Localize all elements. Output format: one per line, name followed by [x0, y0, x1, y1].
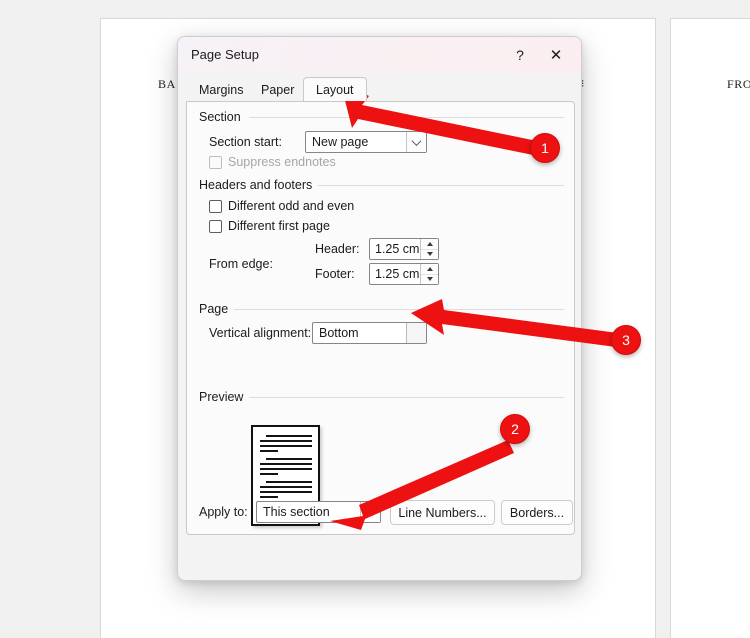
section-start-label: Section start: — [209, 135, 282, 149]
preview-group-rule — [249, 397, 564, 398]
close-icon[interactable]: ✕ — [541, 42, 571, 68]
footer-spinner-buttons[interactable] — [420, 264, 438, 284]
apply-to-value: This section — [263, 505, 330, 519]
header-from-edge-value: 1.25 cm — [375, 242, 420, 256]
spinner-down-icon[interactable] — [421, 250, 438, 260]
section-start-combo[interactable]: New page — [305, 131, 427, 153]
document-text-left: BA — [158, 77, 176, 91]
chevron-down-icon[interactable] — [406, 132, 426, 152]
spinner-down-icon[interactable] — [421, 275, 438, 285]
borders-button[interactable]: Borders... — [501, 500, 573, 525]
tab-strip: Margins Paper Layout — [178, 77, 581, 101]
different-first-page-checkbox[interactable] — [209, 219, 222, 233]
spinner-up-icon[interactable] — [421, 239, 438, 250]
header-from-edge-input[interactable]: 1.25 cm — [369, 238, 439, 260]
line-numbers-button[interactable]: Line Numbers... — [390, 500, 495, 525]
chevron-down-icon[interactable] — [360, 502, 380, 522]
headers-footers-group-title: Headers and footers — [199, 178, 319, 192]
help-icon[interactable]: ? — [505, 42, 535, 68]
section-group-title: Section — [199, 110, 247, 124]
vertical-alignment-value: Bottom — [319, 326, 359, 340]
page-setup-dialog: Page Setup ? ✕ Margins Paper Layout Sect… — [177, 36, 582, 581]
header-spinner-buttons[interactable] — [420, 239, 438, 259]
vertical-alignment-label: Vertical alignment: — [209, 326, 312, 340]
different-first-page-row[interactable]: Different first page — [209, 219, 330, 233]
tab-layout[interactable]: Layout — [303, 77, 367, 101]
different-odd-even-label: Different odd and even — [228, 199, 355, 213]
dialog-title: Page Setup — [191, 47, 259, 62]
vertical-alignment-combo[interactable]: Bottom — [312, 322, 427, 344]
preview-group-title: Preview — [199, 390, 250, 404]
footer-from-edge-value: 1.25 cm — [375, 267, 420, 281]
section-start-value: New page — [312, 135, 369, 149]
document-text-right: FRO — [727, 77, 750, 91]
screen: BA FRO ⠿ Page Setup ? ✕ Margins Paper La… — [0, 0, 750, 638]
apply-to-label: Apply to: — [199, 505, 248, 519]
headers-footers-group-rule — [311, 185, 564, 186]
from-edge-label: From edge: — [209, 257, 273, 271]
footer-label: Footer: — [315, 267, 355, 281]
page-group-rule — [232, 309, 564, 310]
different-odd-even-row[interactable]: Different odd and even — [209, 199, 354, 213]
suppress-endnotes-label: Suppress endnotes — [228, 155, 336, 169]
header-label: Header: — [315, 242, 360, 256]
different-first-page-label: Different first page — [228, 219, 330, 233]
chevron-down-icon[interactable] — [406, 323, 426, 343]
tab-paper[interactable]: Paper — [248, 77, 307, 101]
dialog-titlebar: Page Setup ? ✕ — [178, 37, 581, 73]
spinner-up-icon[interactable] — [421, 264, 438, 275]
page-group-title: Page — [199, 302, 235, 316]
apply-to-combo[interactable]: This section — [256, 501, 381, 523]
different-odd-even-checkbox[interactable] — [209, 199, 222, 213]
footer-from-edge-input[interactable]: 1.25 cm — [369, 263, 439, 285]
document-page-right — [670, 18, 750, 638]
suppress-endnotes-row[interactable]: Suppress endnotes — [209, 155, 336, 169]
tab-margins[interactable]: Margins — [186, 77, 256, 101]
layout-tab-panel: Section Section start: New page Suppress… — [186, 101, 575, 535]
section-group-rule — [249, 117, 564, 118]
suppress-endnotes-checkbox[interactable] — [209, 155, 222, 169]
